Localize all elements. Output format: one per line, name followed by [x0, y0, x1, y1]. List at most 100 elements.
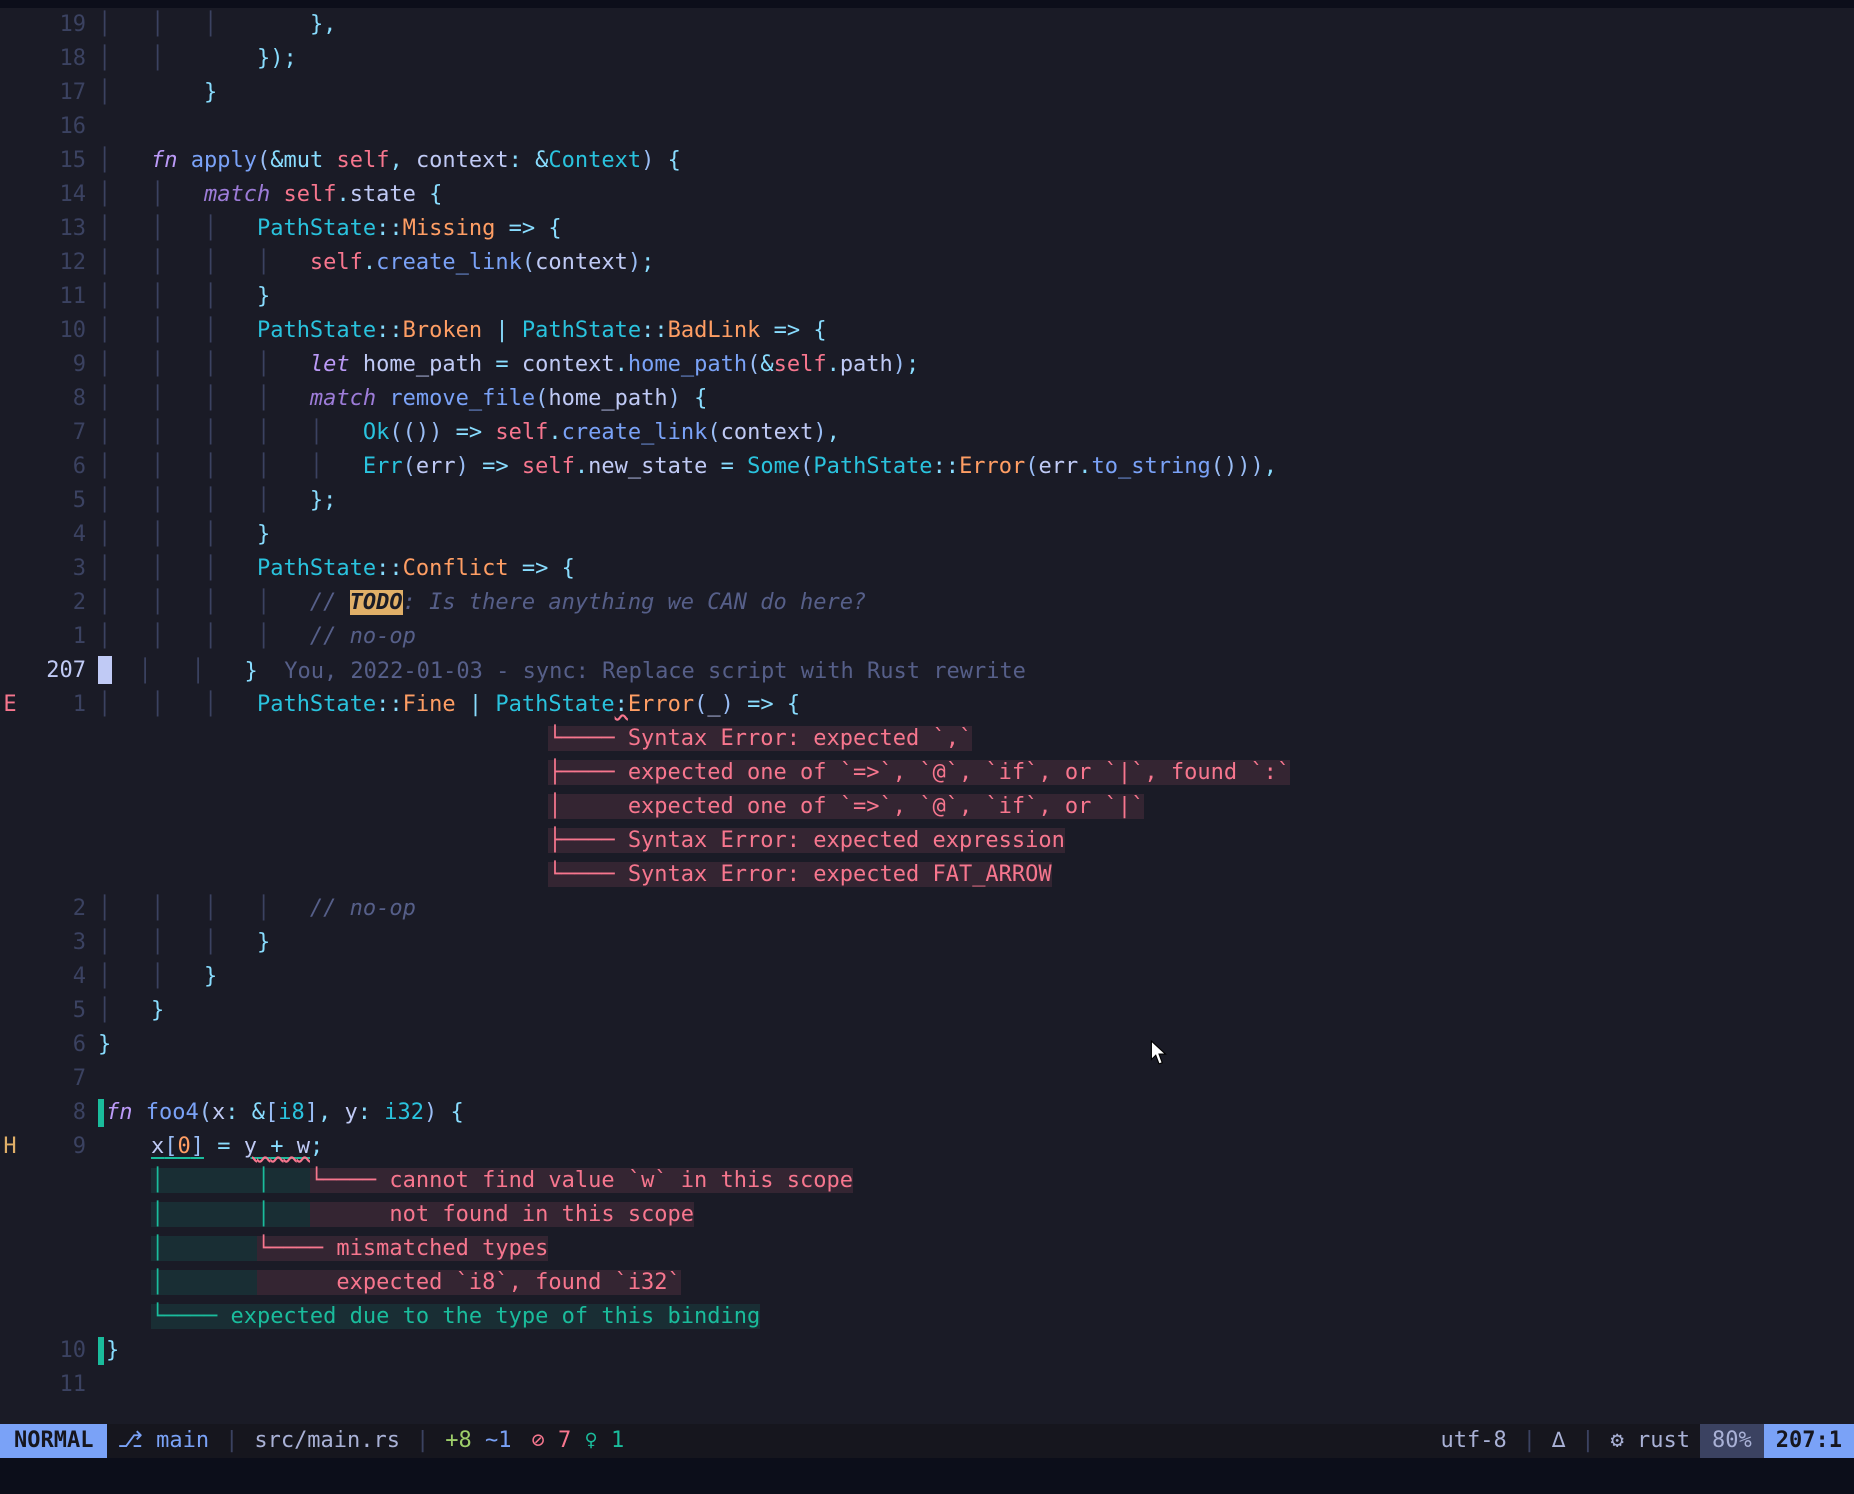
code-line[interactable]: 7│ │ │ │ │ Ok(()) => self.create_link(co…	[0, 416, 1854, 450]
code-line[interactable]: 13│ │ │ PathState::Missing => {	[0, 212, 1854, 246]
code-line[interactable]: ├──── expected one of `=>`, `@`, `if`, o…	[0, 756, 1854, 790]
code-line[interactable]: 14│ │ match self.state {	[0, 178, 1854, 212]
code-content[interactable]: │ │ │ │ // no-op	[98, 620, 1854, 654]
code-content[interactable]: │ │ } You, 2022-01-03 - sync: Replace sc…	[98, 654, 1854, 688]
code-content[interactable]: │ │ });	[98, 42, 1854, 76]
code-content[interactable]: │ │ │ │ // TODO: Is there anything we CA…	[98, 586, 1854, 620]
code-line[interactable]: 17│ }	[0, 76, 1854, 110]
command-line[interactable]	[0, 1458, 1854, 1494]
code-content[interactable]: │ │ │ │ // no-op	[98, 892, 1854, 926]
line-number: 12	[20, 246, 98, 280]
code-line[interactable]: │ │ not found in this scope	[0, 1198, 1854, 1232]
code-line[interactable]: │ │ └──── cannot find value `w` in this …	[0, 1164, 1854, 1198]
line-number: 10	[20, 1334, 98, 1368]
code-content[interactable]	[98, 110, 1854, 144]
code-line[interactable]: 11	[0, 1368, 1854, 1402]
sign-column	[0, 552, 20, 586]
code-line[interactable]: H9 x[0] = y + w;	[0, 1130, 1854, 1164]
code-line[interactable]: └──── Syntax Error: expected `,`	[0, 722, 1854, 756]
code-content[interactable]: │ │ │ },	[98, 8, 1854, 42]
code-content[interactable]: │ │ │ │ │ Err(err) => self.new_state = S…	[98, 450, 1854, 484]
code-content[interactable]: │ └──── mismatched types	[98, 1232, 1854, 1266]
hint-icon: ♀	[585, 1424, 598, 1458]
code-content[interactable]: │ │ │ PathState::Fine | PathState:Error(…	[98, 688, 1854, 722]
code-line[interactable]: 15│ fn apply(&mut self, context: &Contex…	[0, 144, 1854, 178]
code-line[interactable]: 8│ │ │ │ match remove_file(home_path) {	[0, 382, 1854, 416]
code-line[interactable]: 16	[0, 110, 1854, 144]
code-content[interactable]: │ │ │ │ self.create_link(context);	[98, 246, 1854, 280]
code-line[interactable]: 18│ │ });	[0, 42, 1854, 76]
code-content[interactable]: │ │ │ │ match remove_file(home_path) {	[98, 382, 1854, 416]
sign-column	[0, 76, 20, 110]
code-content[interactable]: │ │ │ }	[98, 926, 1854, 960]
code-line[interactable]: 6}	[0, 1028, 1854, 1062]
code-content[interactable]: │ │ │ │ };	[98, 484, 1854, 518]
code-content[interactable]: │ │ │ PathState::Broken | PathState::Bad…	[98, 314, 1854, 348]
code-content[interactable]: │ }	[98, 994, 1854, 1028]
line-number: 6	[20, 450, 98, 484]
code-content[interactable]: x[0] = y + w;	[98, 1130, 1854, 1164]
code-line[interactable]: 8fn foo4(x: &[i8], y: i32) {	[0, 1096, 1854, 1130]
code-content[interactable]	[98, 1368, 1854, 1402]
line-number: 3	[20, 926, 98, 960]
code-line[interactable]: 19│ │ │ },	[0, 8, 1854, 42]
code-line[interactable]: 12│ │ │ │ self.create_link(context);	[0, 246, 1854, 280]
code-line[interactable]: 207 │ │ } You, 2022-01-03 - sync: Replac…	[0, 654, 1854, 688]
sign-column	[0, 8, 20, 42]
code-content[interactable]: │ expected one of `=>`, `@`, `if`, or `|…	[98, 790, 1854, 824]
code-area[interactable]: 19│ │ │ },18│ │ });17│ }1615│ fn apply(&…	[0, 8, 1854, 1424]
code-line[interactable]: 3│ │ │ }	[0, 926, 1854, 960]
code-content[interactable]: ├──── expected one of `=>`, `@`, `if`, o…	[98, 756, 1854, 790]
code-line[interactable]: 3│ │ │ PathState::Conflict => {	[0, 552, 1854, 586]
code-line[interactable]: 2│ │ │ │ // TODO: Is there anything we C…	[0, 586, 1854, 620]
code-line[interactable]: E1│ │ │ PathState::Fine | PathState:Erro…	[0, 688, 1854, 722]
code-line[interactable]: 9│ │ │ │ let home_path = context.home_pa…	[0, 348, 1854, 382]
line-number	[20, 790, 98, 824]
code-content[interactable]	[98, 1062, 1854, 1096]
code-content[interactable]: │ expected `i8`, found `i32`	[98, 1266, 1854, 1300]
code-line[interactable]: └──── expected due to the type of this b…	[0, 1300, 1854, 1334]
code-line[interactable]: └──── Syntax Error: expected FAT_ARROW	[0, 858, 1854, 892]
branch-name: main	[156, 1424, 209, 1458]
code-content[interactable]: │ │ │ }	[98, 518, 1854, 552]
code-line[interactable]: 7	[0, 1062, 1854, 1096]
code-line[interactable]: │ expected `i8`, found `i32`	[0, 1266, 1854, 1300]
code-content[interactable]: │ }	[98, 76, 1854, 110]
separator: |	[1575, 1424, 1600, 1458]
code-line[interactable]: 10│ │ │ PathState::Broken | PathState::B…	[0, 314, 1854, 348]
code-content[interactable]: │ │ │ │ let home_path = context.home_pat…	[98, 348, 1854, 382]
code-line[interactable]: 5│ }	[0, 994, 1854, 1028]
code-content[interactable]: ├──── Syntax Error: expected expression	[98, 824, 1854, 858]
line-number: 5	[20, 484, 98, 518]
code-line[interactable]: 4│ │ }	[0, 960, 1854, 994]
code-line[interactable]: 4│ │ │ }	[0, 518, 1854, 552]
code-content[interactable]: │ │ └──── cannot find value `w` in this …	[98, 1164, 1854, 1198]
code-content[interactable]: │ │ │ PathState::Conflict => {	[98, 552, 1854, 586]
code-content[interactable]: │ │ }	[98, 960, 1854, 994]
code-content[interactable]: └──── Syntax Error: expected FAT_ARROW	[98, 858, 1854, 892]
code-line[interactable]: 2│ │ │ │ // no-op	[0, 892, 1854, 926]
code-content[interactable]: └──── Syntax Error: expected `,`	[98, 722, 1854, 756]
code-content[interactable]: │ │ │ PathState::Missing => {	[98, 212, 1854, 246]
code-content[interactable]: │ │ match self.state {	[98, 178, 1854, 212]
code-line[interactable]: 11│ │ │ }	[0, 280, 1854, 314]
code-content[interactable]: }	[98, 1028, 1854, 1062]
code-content[interactable]: │ │ │ }	[98, 280, 1854, 314]
code-line[interactable]: 5│ │ │ │ };	[0, 484, 1854, 518]
code-line[interactable]: │ └──── mismatched types	[0, 1232, 1854, 1266]
code-content[interactable]: fn foo4(x: &[i8], y: i32) {	[98, 1096, 1854, 1130]
code-content[interactable]: │ │ │ │ │ Ok(()) => self.create_link(con…	[98, 416, 1854, 450]
code-line[interactable]: 10}	[0, 1334, 1854, 1368]
sign-column	[0, 450, 20, 484]
code-line[interactable]: 6│ │ │ │ │ Err(err) => self.new_state = …	[0, 450, 1854, 484]
code-content[interactable]: │ │ not found in this scope	[98, 1198, 1854, 1232]
code-content[interactable]: }	[98, 1334, 1854, 1368]
code-line[interactable]: ├──── Syntax Error: expected expression	[0, 824, 1854, 858]
code-line[interactable]: 1│ │ │ │ // no-op	[0, 620, 1854, 654]
code-content[interactable]: │ fn apply(&mut self, context: &Context)…	[98, 144, 1854, 178]
separator: |	[410, 1424, 435, 1458]
sign-column	[0, 348, 20, 382]
sign-column	[0, 42, 20, 76]
code-content[interactable]: └──── expected due to the type of this b…	[98, 1300, 1854, 1334]
code-line[interactable]: │ expected one of `=>`, `@`, `if`, or `|…	[0, 790, 1854, 824]
